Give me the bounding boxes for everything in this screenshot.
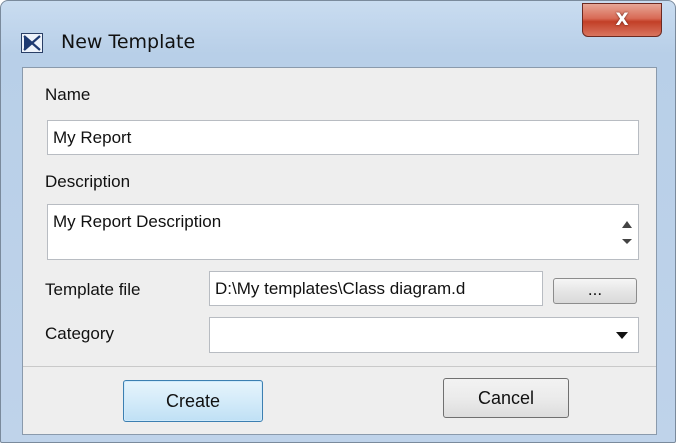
cancel-button[interactable]: Cancel	[443, 378, 569, 418]
description-label: Description	[45, 172, 131, 191]
window-title: New Template	[61, 31, 196, 53]
description-textarea[interactable]: My Report Description	[47, 204, 639, 260]
category-select[interactable]	[209, 317, 639, 353]
scroll-down-arrow-icon[interactable]	[622, 239, 632, 244]
chevron-down-icon	[616, 332, 628, 339]
footer-divider	[23, 366, 656, 367]
template-file-label: Template file	[45, 280, 141, 299]
name-label: Name	[45, 85, 91, 104]
dialog-window: New Template X Name My Report Descriptio…	[0, 0, 676, 443]
template-file-input[interactable]: D:\My templates\Class diagram.d	[209, 271, 543, 306]
close-button[interactable]: X	[582, 3, 662, 37]
dialog-content: Name My Report Description My Report Des…	[22, 67, 657, 435]
description-text: My Report Description	[53, 212, 222, 231]
app-icon	[21, 33, 43, 53]
title-bar[interactable]: New Template X	[1, 1, 675, 57]
browse-button[interactable]: ...	[553, 278, 637, 304]
category-label: Category	[45, 324, 114, 343]
scroll-up-arrow-icon[interactable]	[622, 221, 632, 228]
name-input[interactable]: My Report	[47, 120, 639, 155]
create-button[interactable]: Create	[123, 380, 263, 422]
